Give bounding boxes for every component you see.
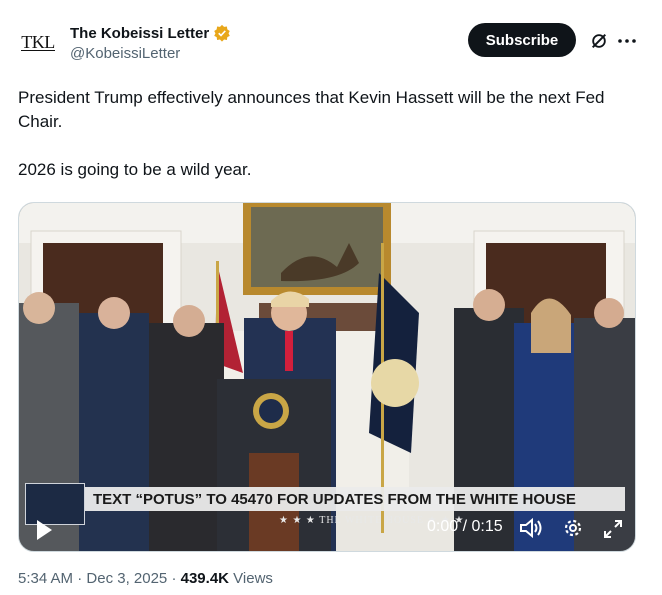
avatar[interactable]: TKL: [16, 20, 60, 64]
gear-icon[interactable]: [562, 517, 584, 539]
tweet-meta: 5:34 AM · Dec 3, 2025 · 439.4K Views: [18, 570, 273, 587]
tweet-time[interactable]: 5:34 AM: [18, 570, 73, 587]
author-names: The Kobeissi Letter @KobeissiLetter: [70, 24, 231, 62]
views-label: Views: [229, 570, 273, 587]
meta-separator-1: ·: [73, 570, 87, 587]
tweet-line-2: 2026 is going to be a wild year.: [18, 160, 252, 179]
grok-icon[interactable]: [590, 32, 608, 50]
more-icon[interactable]: [616, 32, 638, 50]
display-name[interactable]: The Kobeissi Letter: [70, 25, 209, 42]
tweet-date[interactable]: Dec 3, 2025: [86, 570, 167, 587]
video-time: 0:00 / 0:15: [427, 518, 503, 535]
play-icon[interactable]: [35, 519, 53, 541]
handle[interactable]: @KobeissiLetter: [70, 45, 231, 62]
tweet-text: President Trump effectively announces th…: [18, 86, 628, 182]
video-caption-banner: TEXT “POTUS” TO 45470 FOR UPDATES FROM T…: [85, 487, 625, 511]
display-name-row[interactable]: The Kobeissi Letter: [70, 24, 231, 42]
tweet-header: TKL The Kobeissi Letter @KobeissiLetter …: [16, 18, 646, 66]
meta-separator-2: ·: [167, 570, 181, 587]
white-house-logo: [25, 483, 85, 525]
views-count: 439.4K: [180, 570, 229, 587]
video-player[interactable]: TEXT “POTUS” TO 45470 FOR UPDATES FROM T…: [18, 202, 636, 552]
avatar-text: TKL: [21, 31, 55, 52]
verified-badge-icon: [214, 24, 230, 42]
expand-icon[interactable]: [603, 519, 623, 539]
subscribe-button[interactable]: Subscribe: [468, 23, 576, 57]
tweet-line-1: President Trump effectively announces th…: [18, 88, 605, 131]
volume-icon[interactable]: [519, 517, 543, 539]
